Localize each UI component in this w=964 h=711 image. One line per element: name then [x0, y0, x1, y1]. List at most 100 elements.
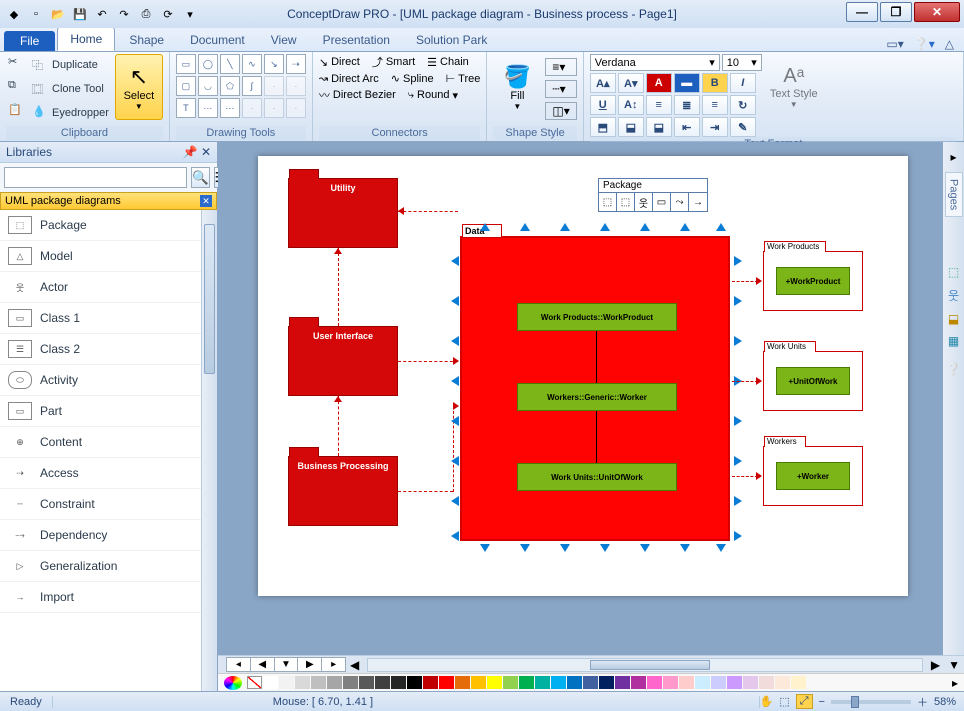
- palette-swatch[interactable]: [391, 676, 406, 689]
- tool-conn[interactable]: ⇢: [286, 54, 306, 74]
- inner-worker[interactable]: +Worker: [776, 462, 850, 490]
- palette-none[interactable]: [247, 676, 262, 689]
- lib-item-content[interactable]: ⊕Content: [0, 427, 217, 458]
- lineweight-button[interactable]: ≡▾: [545, 58, 576, 76]
- class-unitofwork[interactable]: Work Units::UnitOfWork: [517, 463, 677, 491]
- rotate-button[interactable]: ↻: [730, 95, 756, 115]
- tool-more3[interactable]: ·: [242, 98, 262, 118]
- conn-chain[interactable]: ☰Chain: [427, 54, 469, 70]
- window-menu-icon[interactable]: ▭▾: [886, 37, 903, 51]
- qat-undo-icon[interactable]: ↶: [94, 6, 110, 22]
- page-navigator[interactable]: ◂◀▼▶▸: [226, 657, 346, 672]
- palette-swatch[interactable]: [279, 676, 294, 689]
- palette-swatch[interactable]: [615, 676, 630, 689]
- eyedropper-button[interactable]: 💧Eyedropper: [30, 104, 111, 122]
- tag-opt-2[interactable]: ⬚: [617, 193, 635, 211]
- pkg-workproducts[interactable]: Work Products +WorkProduct: [763, 251, 863, 311]
- palette-swatch[interactable]: [551, 676, 566, 689]
- underline-button2[interactable]: U: [590, 95, 616, 115]
- tool-ellipse[interactable]: ◯: [198, 54, 218, 74]
- inner-unitofwork[interactable]: +UnitOfWork: [776, 367, 850, 395]
- palette-scroll-right[interactable]: ▸: [952, 676, 958, 690]
- qat-more-icon[interactable]: ▾: [182, 6, 198, 22]
- status-zoomwin-icon[interactable]: ⬚: [779, 695, 789, 708]
- tool-more1[interactable]: ⋯: [198, 98, 218, 118]
- qat-open-icon[interactable]: 📂: [50, 6, 66, 22]
- palette-swatch[interactable]: [311, 676, 326, 689]
- palette-swatch[interactable]: [375, 676, 390, 689]
- tool-d2[interactable]: ·: [286, 76, 306, 96]
- indent-inc[interactable]: ⇥: [702, 117, 728, 137]
- tool-d1[interactable]: ·: [264, 76, 284, 96]
- italic-button[interactable]: I: [730, 73, 756, 93]
- palette-swatch[interactable]: [519, 676, 534, 689]
- tool-text[interactable]: T: [176, 98, 196, 118]
- smart-tag-package[interactable]: Package ⬚⬚웃▭⤳→: [598, 178, 708, 212]
- palette-swatch[interactable]: [439, 676, 454, 689]
- tag-opt-6[interactable]: →: [689, 193, 707, 211]
- minimize-button[interactable]: —: [846, 2, 878, 22]
- lib-item-constraint[interactable]: ┄Constraint: [0, 489, 217, 520]
- palette-swatch[interactable]: [759, 676, 774, 689]
- conn-spline[interactable]: ∿Spline: [391, 72, 434, 85]
- clone-button[interactable]: ⿴Clone Tool: [30, 80, 111, 98]
- lib-item-class1[interactable]: ▭Class 1: [0, 303, 217, 334]
- tool-spline[interactable]: ∫: [242, 76, 262, 96]
- lib-item-generalization[interactable]: ▷Generalization: [0, 551, 217, 582]
- align-right-button[interactable]: ≡: [702, 95, 728, 115]
- indent-dec[interactable]: ⇤: [674, 117, 700, 137]
- tool-arrow[interactable]: ↘: [264, 54, 284, 74]
- gutter-help-icon[interactable]: ❔: [946, 362, 961, 376]
- pkg-workers[interactable]: Workers +Worker: [763, 446, 863, 506]
- pkg-bp[interactable]: Business Processing: [288, 456, 398, 526]
- palette-swatch[interactable]: [599, 676, 614, 689]
- bold-button[interactable]: B: [702, 73, 728, 93]
- palette-auto[interactable]: [224, 676, 242, 690]
- pages-tab[interactable]: Pages: [945, 172, 963, 217]
- palette-swatch[interactable]: [583, 676, 598, 689]
- gutter-icon-1[interactable]: ⬚: [948, 265, 959, 279]
- qat-print-icon[interactable]: ⎙: [138, 6, 154, 22]
- lib-item-dependency[interactable]: ⤍Dependency: [0, 520, 217, 551]
- pkg-data-selected[interactable]: Data Work Products::WorkProduct Workers:…: [460, 236, 730, 541]
- palette-swatch[interactable]: [471, 676, 486, 689]
- minimize-ribbon-icon[interactable]: △: [945, 37, 954, 51]
- tag-opt-4[interactable]: ▭: [653, 193, 671, 211]
- tool-poly[interactable]: ⬠: [220, 76, 240, 96]
- palette-swatch[interactable]: [647, 676, 662, 689]
- conn-directbezier[interactable]: 〰Direct Bezier: [319, 87, 396, 103]
- gutter-expand-icon[interactable]: ▸: [950, 150, 956, 164]
- tool-roundrect[interactable]: ▢: [176, 76, 196, 96]
- library-current-title[interactable]: UML package diagrams ✕: [0, 192, 217, 210]
- zoom-out-button[interactable]: −: [819, 696, 825, 708]
- conn-smart[interactable]: ⤴Smart: [372, 54, 415, 70]
- zoom-in-button[interactable]: ＋: [917, 694, 928, 710]
- shadow-button[interactable]: ◫▾: [545, 102, 576, 120]
- panel-close-icon[interactable]: ✕: [201, 145, 211, 159]
- tab-shape[interactable]: Shape: [117, 29, 176, 51]
- palette-swatch[interactable]: [743, 676, 758, 689]
- font-combo[interactable]: Verdana▾: [590, 54, 720, 71]
- inner-workproduct[interactable]: +WorkProduct: [776, 267, 850, 295]
- palette-swatch[interactable]: [487, 676, 502, 689]
- tool-rect[interactable]: ▭: [176, 54, 196, 74]
- fontsize-combo[interactable]: 10▾: [722, 54, 762, 71]
- callout[interactable]: ✎: [730, 117, 756, 137]
- palette-swatch[interactable]: [455, 676, 470, 689]
- palette-swatch[interactable]: [791, 676, 806, 689]
- fontsize-dec-button[interactable]: A▾: [618, 73, 644, 93]
- lib-item-activity[interactable]: ⬭Activity: [0, 365, 217, 396]
- tab-document[interactable]: Document: [178, 29, 257, 51]
- paste-button[interactable]: 📋: [6, 102, 26, 120]
- zoom-level[interactable]: 58%: [934, 696, 956, 708]
- palette-swatch[interactable]: [263, 676, 278, 689]
- tab-solutionpark[interactable]: Solution Park: [404, 29, 499, 51]
- conn-direct[interactable]: ↘Direct: [319, 54, 360, 70]
- palette-swatch[interactable]: [423, 676, 438, 689]
- maximize-button[interactable]: ❐: [880, 2, 912, 22]
- lib-item-import[interactable]: →Import: [0, 582, 217, 613]
- class-worker[interactable]: Workers::Generic::Worker: [517, 383, 677, 411]
- status-fit-icon[interactable]: ⤢: [796, 694, 813, 709]
- vscroll-btn[interactable]: ▼: [944, 658, 964, 672]
- duplicate-button[interactable]: ⿻Duplicate: [30, 56, 111, 74]
